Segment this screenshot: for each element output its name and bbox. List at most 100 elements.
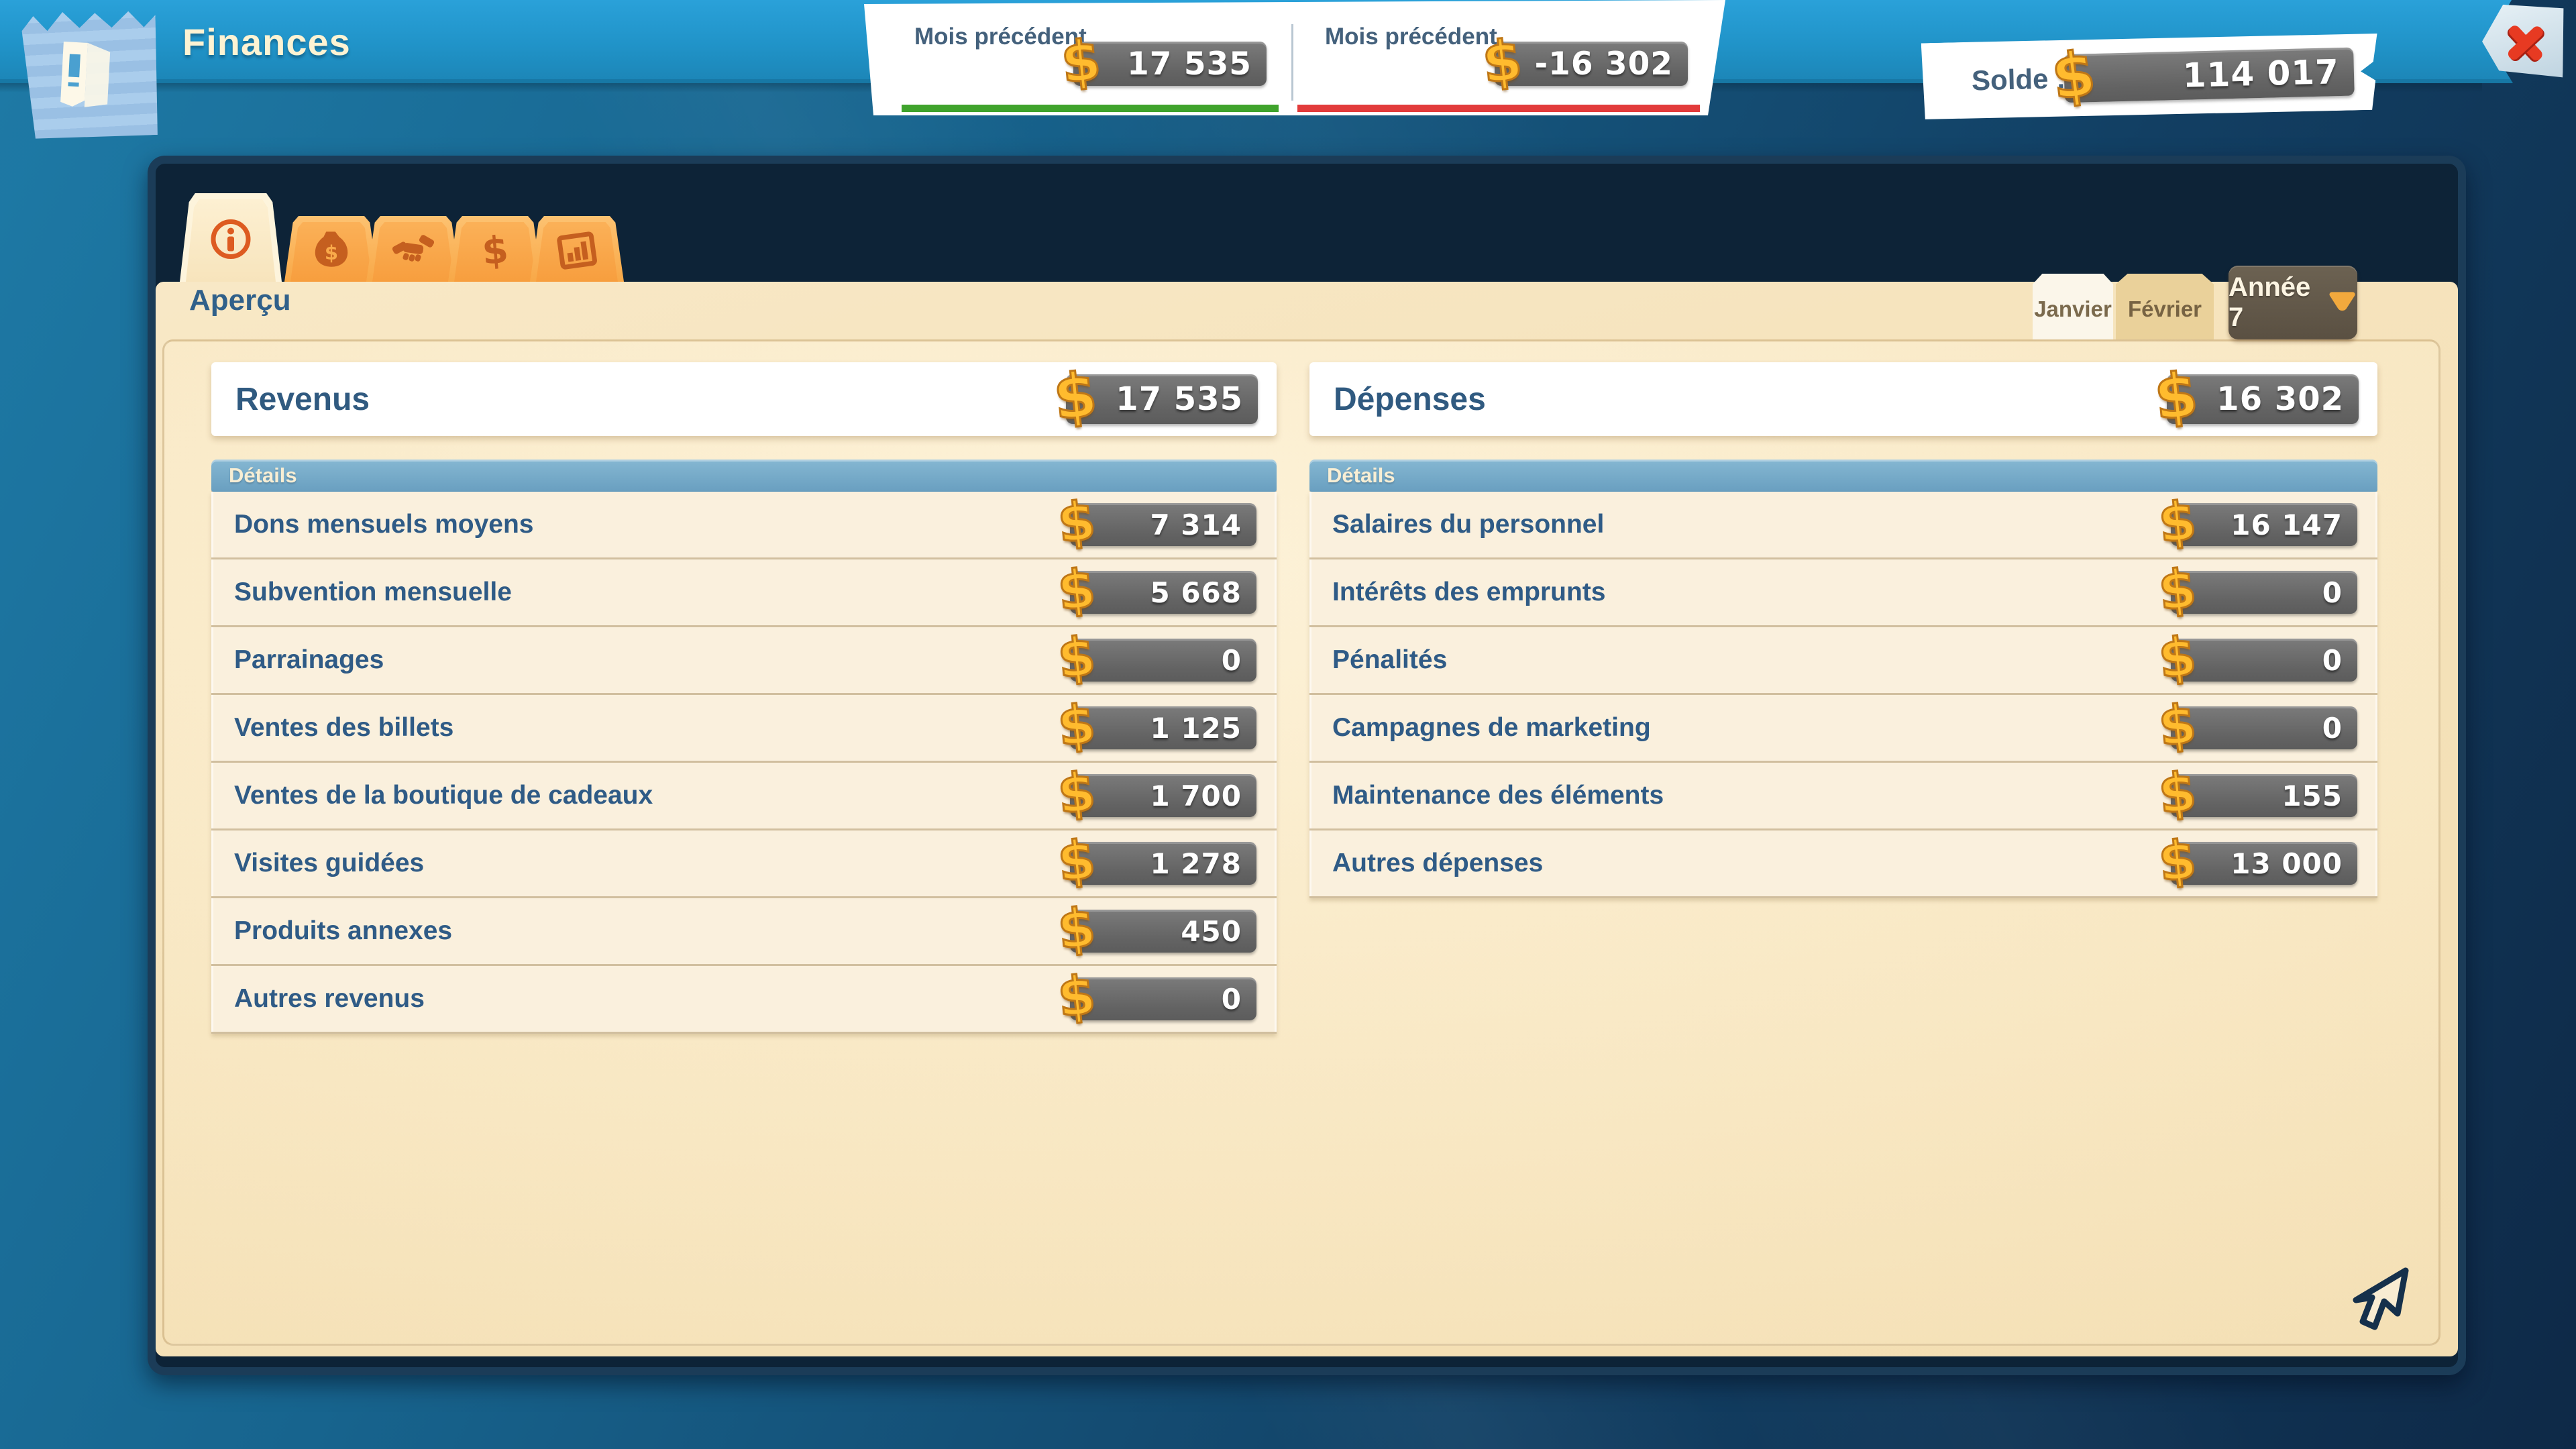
row-value-pill: $0	[2171, 706, 2357, 749]
year-dropdown-label: Année 7	[2229, 272, 2319, 333]
dollar-icon: $	[1055, 494, 1098, 551]
table-row: Salaires du personnel $16 147	[1309, 492, 2377, 559]
revenues-column: Revenus $ 17 535 Détails Dons mensuels m…	[211, 362, 1277, 1034]
row-label: Ventes des billets	[234, 713, 453, 743]
mouse-cursor	[2341, 1261, 2422, 1345]
table-row: Parrainages$0	[211, 627, 1277, 695]
row-value-pill: $5 668	[1070, 571, 1256, 614]
dollar-icon: $	[1055, 697, 1098, 754]
dollar-icon: $	[2156, 765, 2199, 822]
balance-pill: $ 114 017	[2063, 48, 2355, 103]
table-row: Ventes des billets$1 125	[211, 695, 1277, 763]
table-row: Campagnes de marketing $0	[1309, 695, 2377, 763]
row-value: 1 278	[1150, 847, 1256, 880]
expenses-total-pill: $ 16 302	[2167, 374, 2359, 424]
row-label: Subvention mensuelle	[234, 578, 512, 607]
row-value: 0	[1222, 644, 1256, 677]
dollar-icon: $	[1055, 900, 1098, 957]
row-label: Autres dépenses	[1332, 849, 1543, 878]
dollar-icon: $	[1055, 765, 1098, 822]
expenses-title: Dépenses	[1334, 381, 1486, 418]
tab-statistics[interactable]	[530, 216, 624, 282]
row-value-pill: $0	[2171, 571, 2357, 614]
table-row: Subvention mensuelle $5 668	[211, 559, 1277, 627]
revenues-total-card: Revenus $ 17 535	[211, 362, 1277, 436]
table-row: Autres dépenses $13 000	[1309, 830, 2377, 898]
expenses-rows: Salaires du personnel $16 147 Intérêts des…	[1309, 492, 2377, 898]
table-row: Maintenance des éléments $155	[1309, 763, 2377, 830]
tab-pricing[interactable]: $	[448, 216, 542, 282]
row-label: Produits annexes	[234, 916, 452, 946]
revenues-title: Revenus	[235, 381, 370, 418]
row-value: 5 668	[1150, 576, 1256, 609]
row-value-pill: $155	[2171, 774, 2357, 817]
svg-text:$: $	[480, 228, 510, 271]
row-label: Visites guidées	[234, 849, 424, 878]
month-button-janvier[interactable]: Janvier	[2033, 274, 2113, 339]
row-label: Ventes de la boutique de cadeaux	[234, 781, 653, 810]
expenses-total-card: Dépenses $ 16 302	[1309, 362, 2377, 436]
dollar-icon: $	[1055, 561, 1098, 619]
row-value-pill: $1 278	[1070, 842, 1256, 885]
negative-trend-bar	[1297, 105, 1700, 112]
row-value-pill: $0	[1070, 977, 1256, 1020]
dollar-icon: $	[2151, 364, 2200, 429]
table-row: Produits annexes $450	[211, 898, 1277, 966]
row-label: Salaires du personnel	[1332, 510, 1604, 539]
table-row: Dons mensuels moyens$7 314	[211, 492, 1277, 559]
row-value: 13 000	[2231, 847, 2357, 880]
row-value-pill: $13 000	[2171, 842, 2357, 885]
table-row: Ventes de la boutique de cadeaux $1 700	[211, 763, 1277, 830]
positive-trend-bar	[902, 105, 1279, 112]
dollar-icon: $	[1059, 32, 1104, 92]
row-label: Autres revenus	[234, 984, 425, 1014]
previous-month-expense-pill: $ -16 302	[1495, 42, 1688, 86]
dollar-icon: $	[1055, 833, 1098, 890]
dollar-icon: $	[476, 228, 515, 274]
table-row: Autres revenus $0	[211, 966, 1277, 1034]
row-value-pill: $16 147	[2171, 503, 2357, 546]
year-dropdown[interactable]: Année 7	[2229, 266, 2357, 339]
row-value: 1 700	[1150, 780, 1256, 812]
handshake-icon	[391, 229, 435, 274]
row-value-pill: $0	[1070, 639, 1256, 682]
previous-month-expense-label: Mois précédent	[1325, 23, 1497, 50]
row-value: 0	[2322, 712, 2357, 745]
previous-month-expense-value: -16 302	[1535, 46, 1688, 83]
previous-month-banner: Mois précédent $ 17 535 Mois précédent $…	[864, 0, 1725, 115]
dollar-icon: $	[1051, 364, 1099, 429]
row-label: Intérêts des emprunts	[1332, 578, 1605, 607]
row-value-pill: $0	[2171, 639, 2357, 682]
row-label: Campagnes de marketing	[1332, 713, 1651, 743]
row-value: 0	[1222, 983, 1256, 1016]
row-value-pill: $450	[1070, 910, 1256, 953]
tab-deals[interactable]	[366, 216, 460, 282]
dollar-icon: $	[1055, 629, 1098, 686]
row-label: Dons mensuels moyens	[234, 510, 533, 539]
dollar-icon: $	[2156, 561, 2199, 619]
expenses-column: Dépenses $ 16 302 Détails Salaires du pe…	[1309, 362, 2377, 898]
previous-month-income: Mois précédent $ 17 535	[864, 0, 1291, 115]
revenues-rows: Dons mensuels moyens$7 314Subvention men…	[211, 492, 1277, 1034]
dollar-icon: $	[2156, 494, 2199, 551]
balance-value: 114 017	[2182, 52, 2354, 95]
svg-text:$: $	[325, 241, 338, 264]
dollar-icon: $	[1055, 968, 1098, 1025]
balance-banner: Solde : $ 114 017	[1921, 32, 2379, 121]
month-button-fevrier[interactable]: Février	[2116, 274, 2214, 339]
tab-overview[interactable]	[180, 193, 282, 282]
previous-month-income-pill: $ 17 535	[1073, 42, 1267, 86]
finances-ledger-icon	[21, 6, 162, 142]
table-row: Intérêts des emprunts $0	[1309, 559, 2377, 627]
revenues-details-header: Détails	[211, 460, 1277, 492]
dollar-icon: $	[2156, 697, 2199, 754]
row-value: 0	[2322, 576, 2357, 609]
dollar-icon: $	[2156, 833, 2199, 890]
row-label: Maintenance des éléments	[1332, 781, 1664, 810]
bar-chart-icon	[555, 229, 598, 274]
money-bag-icon: $	[311, 229, 352, 274]
expenses-details-header: Détails	[1309, 460, 2377, 492]
tab-donations[interactable]: $	[284, 216, 378, 282]
section-title: Aperçu	[189, 278, 291, 323]
previous-month-expense: Mois précédent $ -16 302	[1291, 0, 1719, 115]
